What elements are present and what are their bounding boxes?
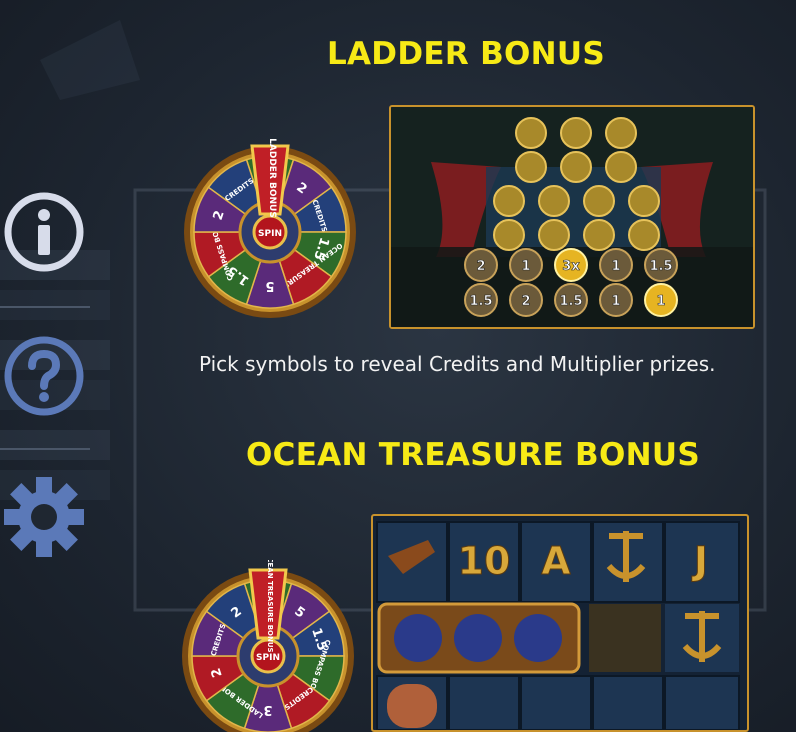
ladder-prize-value: 1 xyxy=(611,294,620,309)
ocean-treasure-bonus-title: OCEAN TREASURE BONUS xyxy=(246,437,700,473)
sidebar-divider xyxy=(0,448,90,450)
wheel-pointer-label: LADDER BONUS xyxy=(267,138,277,218)
reel-symbol: 10 xyxy=(458,539,511,583)
ladder-coin xyxy=(538,185,570,217)
wheel-segment-label: 5 xyxy=(265,278,274,293)
ladder-prize-value: 2 xyxy=(476,259,485,274)
ladder-prize-value: 1 xyxy=(656,294,665,309)
ladder-coin xyxy=(538,219,570,251)
wheel-hub-label: SPIN xyxy=(256,653,280,663)
reel-symbol: A xyxy=(541,539,571,583)
reel-symbol: J xyxy=(691,539,708,583)
ocean-treasure-wheel: 1.551.5COMPASS BONUSCREDITS3LADDER BONUS… xyxy=(182,560,354,732)
settings-icon[interactable] xyxy=(2,475,86,559)
info-icon[interactable] xyxy=(2,190,86,274)
ladder-prize-value: 1 xyxy=(611,259,620,274)
ladder-prize-value: 1.5 xyxy=(649,259,672,274)
ladder-coin xyxy=(605,117,637,149)
ladder-coin xyxy=(605,151,637,183)
ladder-coin xyxy=(515,117,547,149)
ladder-bonus-description: Pick symbols to reveal Credits and Multi… xyxy=(199,352,716,376)
ladder-prize-value: 2 xyxy=(521,294,530,309)
ladder-coin xyxy=(628,185,660,217)
ladder-prize-value: 3x xyxy=(562,259,580,274)
ladder-prize-value: 1.5 xyxy=(469,294,492,309)
ocean-treasure-preview: 10 A J xyxy=(371,514,749,732)
ladder-coin xyxy=(583,185,615,217)
ladder-prize-value: 1 xyxy=(521,259,530,274)
help-icon[interactable] xyxy=(2,334,86,418)
ladder-prize-value: 1.5 xyxy=(559,294,582,309)
ladder-coin xyxy=(493,185,525,217)
ladder-coin xyxy=(628,219,660,251)
ladder-bonus-preview: 2 1 3x 1 1.5 1.5 2 1.5 1 1 xyxy=(389,105,755,329)
ladder-bonus-wheel: 32CREDITS1.5OCEAN TREASURE BONUS51.5COMP… xyxy=(184,138,356,318)
wheel-pointer-label: OCEAN TREASURE BONUS xyxy=(266,560,274,653)
sidebar-divider xyxy=(0,306,90,308)
ladder-coin xyxy=(560,117,592,149)
ladder-coin xyxy=(515,151,547,183)
ladder-coin xyxy=(493,219,525,251)
ladder-coin xyxy=(560,151,592,183)
ladder-bonus-title: LADDER BONUS xyxy=(326,36,606,72)
ladder-coin xyxy=(583,219,615,251)
wheel-hub-label: SPIN xyxy=(258,229,282,239)
